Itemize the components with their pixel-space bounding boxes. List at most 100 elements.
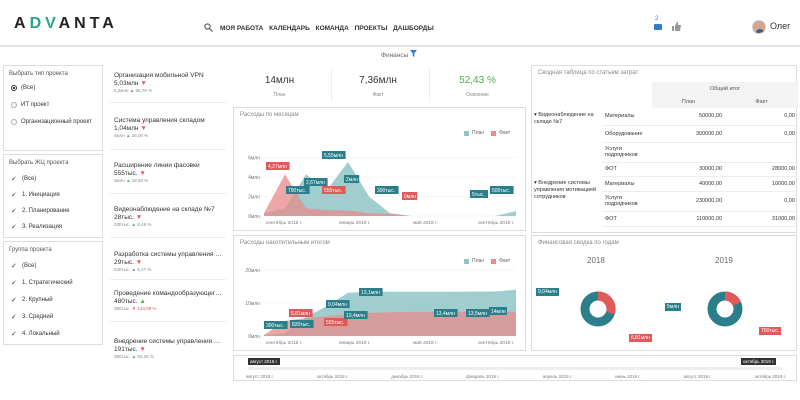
project-pct: 5,47 % [137,267,152,272]
filter-option-org[interactable]: Организационный проект [11,119,92,125]
nav-my-work[interactable]: МОЯ РАБОТА [220,25,263,32]
list-item[interactable]: Видеонаблюдение на складе №7 28тыс. ▼ 33… [114,206,224,227]
logo-text-mid: DV [29,15,59,32]
table-row: Услуги подрядчиков [602,142,798,163]
pivot-item: Материалы [602,108,652,126]
project-name: Внедрение системы управления мо... [114,338,224,345]
y-tick-label: 4млн [248,175,260,181]
main-nav: МОЯ РАБОТА КАЛЕНДАРЬ КОМАНДА ПРОЕКТЫ ДАШ… [220,25,438,32]
filter-icon[interactable] [410,50,417,57]
donut-2018 [580,291,616,327]
checkbox-checked-icon[interactable]: ✓ [11,279,18,287]
project-budget: 3млн [114,178,125,183]
pivot-plan [652,142,725,163]
project-name: Система управления складом [114,117,205,124]
option-label: Организационный проект [21,119,92,125]
data-label: 790тыс. [288,188,306,194]
list-item[interactable]: Проведение командообразующего ... 480тыс… [114,290,224,311]
pivot-item: ФОТ [602,162,652,177]
thumbs-up-icon[interactable] [672,22,681,31]
pivot-group-2[interactable]: ▾ Внедрение системы управления мотивацие… [534,180,602,201]
donut-fact-label: 6,81млн [629,334,652,342]
checkbox-checked-icon[interactable]: ✓ [11,223,18,231]
y-tick-label: 2млн [248,195,260,201]
table-row: Услуги подрядчиков 230000,00 0,00 [602,191,798,212]
stage-option-all[interactable]: ✓ (Все) [11,175,36,183]
down-arrow-icon: ▼ [139,170,146,177]
list-item[interactable]: Система управления складом 1,04млн ▼ 4мл… [114,117,224,138]
inbox-icon[interactable] [654,24,662,30]
checkbox-checked-icon[interactable]: ✓ [11,330,18,338]
project-value: 555тыс. [114,170,138,177]
project-name: Видеонаблюдение на складе №7 [114,206,215,213]
table-row: ФОТ 110000,00 31000,00 [602,211,798,227]
pivot-fact: 0,00 [725,191,798,212]
user-name[interactable]: Олег [770,21,790,31]
kpi-label: Факт [372,92,384,98]
table-row: Оборудование 300000,00 0,00 [602,125,798,143]
option-label: (Все) [22,176,37,182]
project-value: 480тыс. [114,298,138,305]
filter-option-it[interactable]: ИТ проект [11,102,49,108]
data-label: 0млн [404,194,416,200]
data-label: 13,5млн [468,311,487,317]
pivot-plan: 300000,00 [652,125,725,143]
pivot-total-header: Общий итог [652,82,798,96]
checkbox-checked-icon[interactable]: ✓ [11,296,18,304]
kpi-plan: 14млн План [233,75,326,98]
stage-option-planning[interactable]: ✓ 2. Планирование [11,207,70,215]
pivot-fact: 10000,00 [725,177,798,192]
checkbox-checked-icon[interactable]: ✓ [11,313,18,321]
checkbox-checked-icon[interactable]: ✓ [11,191,18,199]
nav-projects[interactable]: ПРОЕКТЫ [355,25,388,32]
data-label: 14млн [491,309,506,315]
cumulative-expenses-chart: Расходы накопительным итогом План Факт 2… [233,235,526,351]
stage-option-initiation[interactable]: ✓ 1. Инициация [11,191,60,199]
group-option-strategic[interactable]: ✓ 1. Стратегический [11,279,73,287]
timeline-start-handle[interactable]: август 2018 г. [248,358,280,365]
radio-selected[interactable] [11,85,17,91]
option-label: ИТ проект [21,102,50,108]
radio[interactable] [11,119,17,125]
data-label: 4,27млн [268,164,287,170]
filter-option-all[interactable]: (Все) [11,85,35,91]
y-tick-label: 10млн [245,301,260,307]
list-item[interactable]: Расширение линии фасовки 555тыс. ▼ 3млн … [114,162,224,183]
project-value: 29тыс. [114,259,134,266]
project-budget: 530тыс. [114,267,131,272]
y-tick-label: 0млн [248,214,260,220]
x-tick-label: сентябрь 2019 г. [478,340,514,346]
x-tick-label: сентябрь 2018 г. [266,220,302,226]
radio[interactable] [11,102,17,108]
checkbox-checked-icon[interactable]: ✓ [11,175,18,183]
down-arrow-icon: ▼ [140,80,147,87]
group-option-medium[interactable]: ✓ 3. Средний [11,313,53,321]
group-option-large[interactable]: ✓ 2. Крупный [11,296,53,304]
timeline-end-handle[interactable]: октябрь 2019 г. [741,358,777,365]
checkbox-checked-icon[interactable]: ✓ [11,207,18,215]
list-item[interactable]: Внедрение системы управления мо... 191ты… [114,338,224,359]
search-icon[interactable] [204,23,213,32]
data-label: 300тыс. [266,323,284,329]
table-row: ФОТ 30000,00 28000,00 [602,162,798,177]
donut-plan-label: 5млн [665,303,681,311]
project-pct: 8,48 % [137,222,152,227]
stage-option-realization[interactable]: ✓ 3. Реализация [11,223,62,231]
down-arrow-icon: ▼ [135,214,143,221]
avatar[interactable] [752,20,766,34]
nav-dashboards[interactable]: ДАШБОРДЫ [393,25,434,32]
project-value: 5,03млн [114,80,139,87]
nav-calendar[interactable]: КАЛЕНДАРЬ [269,25,310,32]
timeline-slider[interactable]: август 2018 г. октябрь 2019 г. август 20… [233,355,797,381]
logo[interactable]: ADVANTA [14,15,118,33]
checkbox-checked-icon[interactable]: ✓ [11,262,18,270]
collapse-icon[interactable]: ▾ [534,180,537,186]
pivot-group-1[interactable]: ▾ Видеонаблюдение на складе №7 [534,112,602,126]
collapse-icon[interactable]: ▾ [534,112,537,118]
nav-team[interactable]: КОМАНДА [316,25,349,32]
group-option-all[interactable]: ✓ (Все) [11,262,36,270]
group-option-local[interactable]: ✓ 4. Локальный [11,330,60,338]
list-item[interactable]: Разработка системы управления и ... 29ты… [114,251,224,272]
list-item[interactable]: Организация мобильной VPN 5,03млн ▼ 5,2м… [114,72,224,93]
filter-project-type: Выбрать тип проекта (Все) ИТ проект Орга… [3,65,103,151]
